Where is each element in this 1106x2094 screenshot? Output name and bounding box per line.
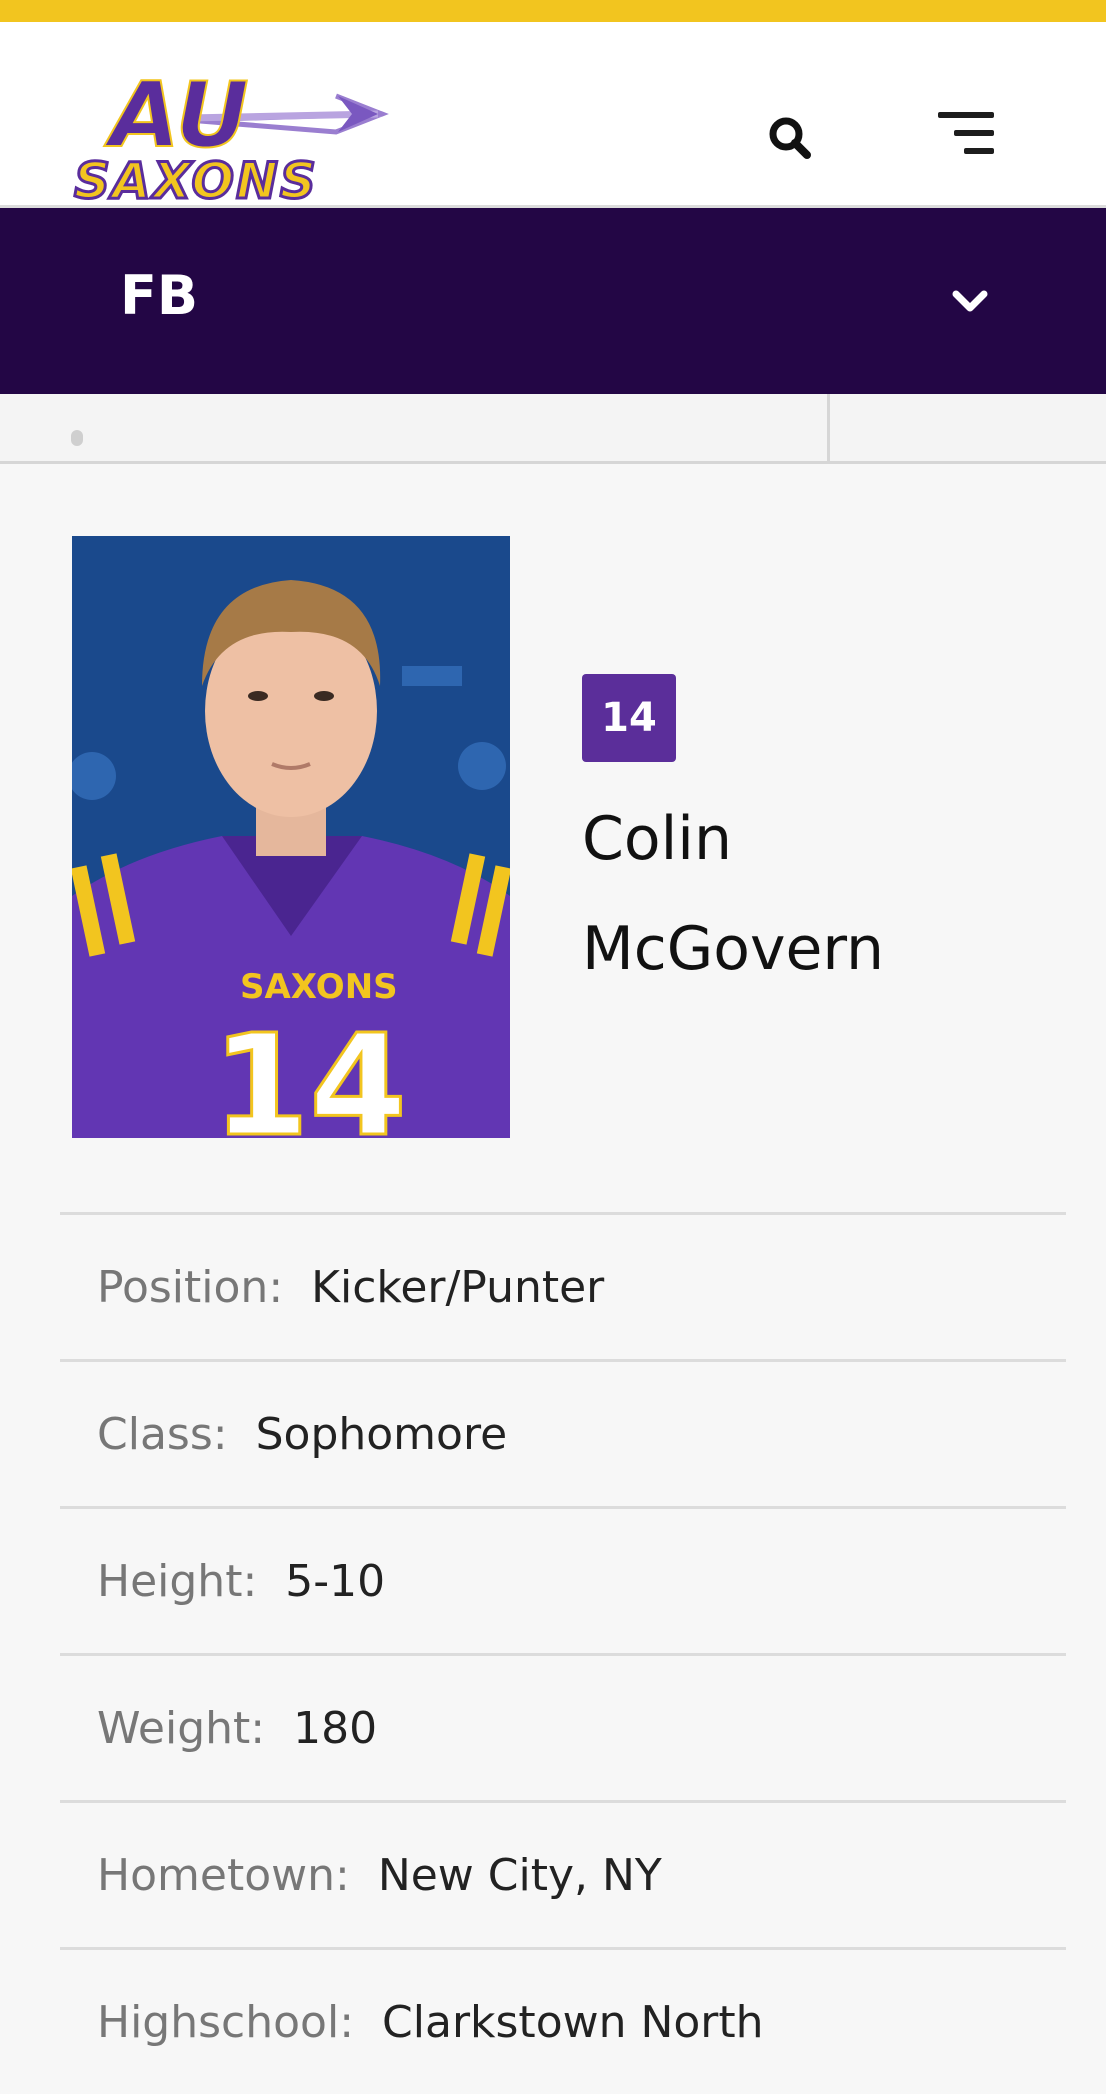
sport-label: FB xyxy=(120,264,199,327)
bio-row-height: Height: 5-10 xyxy=(60,1506,1066,1653)
photo-jersey-number: 14 xyxy=(212,1005,407,1138)
player-last-name: McGovern xyxy=(582,914,885,984)
top-accent-bar xyxy=(0,0,1106,22)
bio-row-highschool: Highschool: Clarkstown North xyxy=(60,1947,1066,2094)
bio-value: Kicker/Punter xyxy=(311,1261,605,1313)
player-header: SAXONS 14 14 Colin McGovern xyxy=(0,464,1106,1214)
bio-label: Highschool: xyxy=(97,1996,355,2048)
hamburger-menu-icon xyxy=(938,112,994,118)
site-header: AU SAXONS xyxy=(0,22,1106,208)
bio-value: Clarkstown North xyxy=(382,1996,764,2048)
bio-label: Position: xyxy=(97,1261,284,1313)
saxons-logo[interactable]: AU SAXONS xyxy=(70,70,390,206)
bio-label: Height: xyxy=(97,1555,258,1607)
player-photo: SAXONS 14 xyxy=(72,536,510,1138)
sub-navigation-bar xyxy=(0,394,1106,464)
bio-value: 5-10 xyxy=(285,1555,386,1607)
chevron-down-icon[interactable] xyxy=(946,278,994,326)
main-menu-button[interactable] xyxy=(932,106,1002,166)
sport-selector-bar[interactable]: FB xyxy=(0,208,1106,394)
bio-label: Class: xyxy=(97,1408,228,1460)
search-button[interactable] xyxy=(762,110,818,166)
player-first-name: Colin xyxy=(582,804,732,874)
bio-row-hometown: Hometown: New City, NY xyxy=(60,1800,1066,1947)
player-name: Colin McGovern xyxy=(582,784,1062,1004)
jersey-number-badge: 14 xyxy=(582,674,676,762)
bio-value: 180 xyxy=(293,1702,378,1754)
search-icon xyxy=(769,117,811,159)
subnav-indicator-dot xyxy=(71,430,83,446)
photo-jersey-text: SAXONS xyxy=(240,967,398,1007)
bio-value: Sophomore xyxy=(255,1408,508,1460)
bio-label: Weight: xyxy=(97,1702,266,1754)
bio-row-position: Position: Kicker/Punter xyxy=(60,1212,1066,1359)
player-bio-list: Position: Kicker/Punter Class: Sophomore… xyxy=(60,1212,1066,2094)
subnav-divider xyxy=(827,394,830,464)
bio-row-weight: Weight: 180 xyxy=(60,1653,1066,1800)
logo-saxons-text: SAXONS xyxy=(74,152,318,206)
bio-row-class: Class: Sophomore xyxy=(60,1359,1066,1506)
hamburger-line xyxy=(954,130,994,136)
bio-value: New City, NY xyxy=(377,1849,662,1901)
bio-label: Hometown: xyxy=(97,1849,350,1901)
hamburger-line xyxy=(964,148,994,154)
